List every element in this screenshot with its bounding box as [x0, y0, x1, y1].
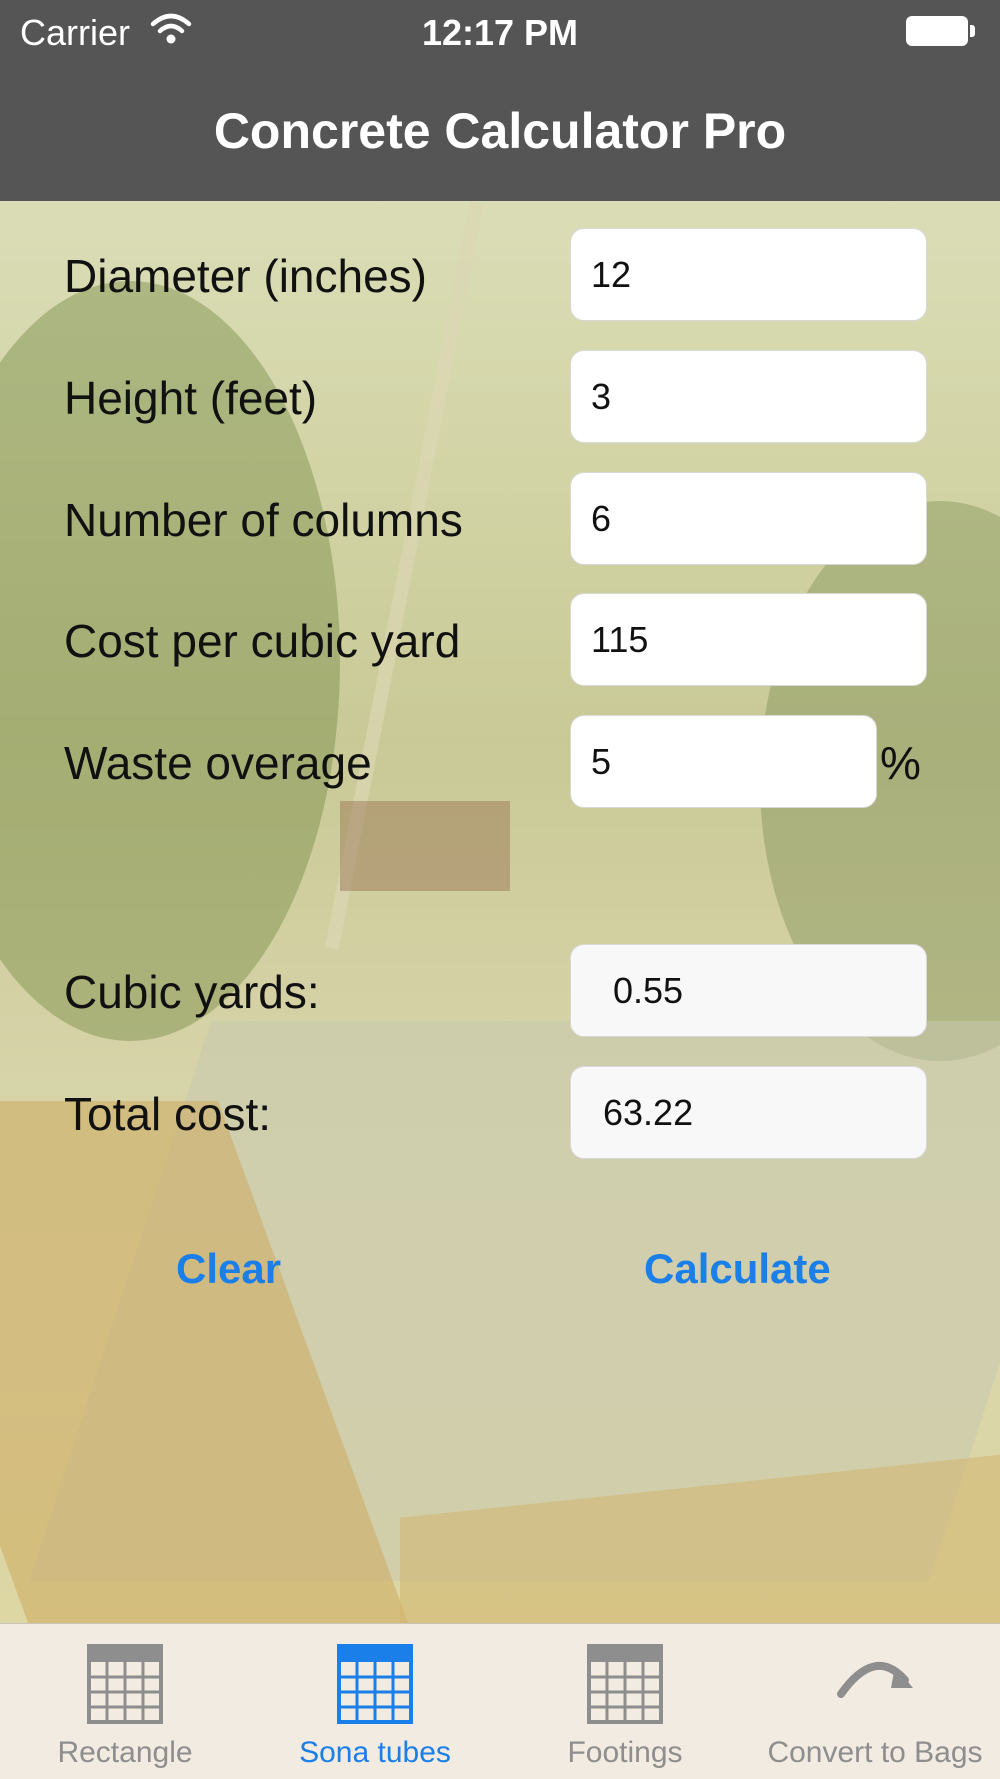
calculator-grid-icon — [337, 1644, 413, 1724]
tab-rectangle[interactable]: Rectangle — [0, 1624, 250, 1779]
tab-label: Rectangle — [57, 1736, 193, 1769]
background-house — [340, 801, 510, 891]
tab-bar: Rectangle Sona tubes Footings Convert to… — [0, 1623, 1000, 1779]
cubic-yards-output — [570, 944, 927, 1037]
status-time: 12:17 PM — [421, 12, 579, 53]
tab-sona-tubes[interactable]: Sona tubes — [250, 1624, 500, 1779]
calculator-grid-icon — [587, 1644, 663, 1724]
tab-label: Sona tubes — [299, 1736, 451, 1769]
page-title: Concrete Calculator Pro — [213, 103, 787, 159]
cost-per-yard-label: Cost per cubic yard — [64, 615, 461, 667]
clear-button[interactable]: Clear — [176, 1245, 281, 1293]
calculator-grid-icon — [87, 1644, 163, 1724]
height-label: Height (feet) — [64, 372, 318, 424]
columns-label: Number of columns — [64, 494, 463, 546]
tab-label: Footings — [567, 1736, 683, 1769]
redo-arrow-icon — [837, 1661, 913, 1698]
calculate-button[interactable]: Calculate — [644, 1245, 831, 1293]
diameter-label: Diameter (inches) — [64, 250, 427, 302]
total-cost-label: Total cost: — [64, 1088, 272, 1140]
cost-per-yard-input[interactable] — [570, 593, 927, 686]
waste-overage-input[interactable] — [570, 715, 877, 808]
columns-input[interactable] — [570, 472, 927, 565]
cubic-yards-label: Cubic yards: — [64, 966, 320, 1018]
tab-footings[interactable]: Footings — [500, 1624, 750, 1779]
total-cost-output — [570, 1066, 927, 1159]
calculator-form: Diameter (inches) Height (feet) Number o… — [0, 201, 1000, 1623]
waste-overage-label: Waste overage — [64, 737, 372, 789]
battery-full-icon — [906, 16, 976, 48]
tab-convert-to-bags[interactable]: Convert to Bags — [750, 1624, 1000, 1779]
navigation-bar: Carrier 12:17 PM Concrete Calculator Pro — [0, 0, 1000, 201]
height-input[interactable] — [570, 350, 927, 443]
diameter-input[interactable] — [570, 228, 927, 321]
tab-label: Convert to Bags — [767, 1736, 983, 1769]
percent-suffix: % — [880, 737, 921, 789]
